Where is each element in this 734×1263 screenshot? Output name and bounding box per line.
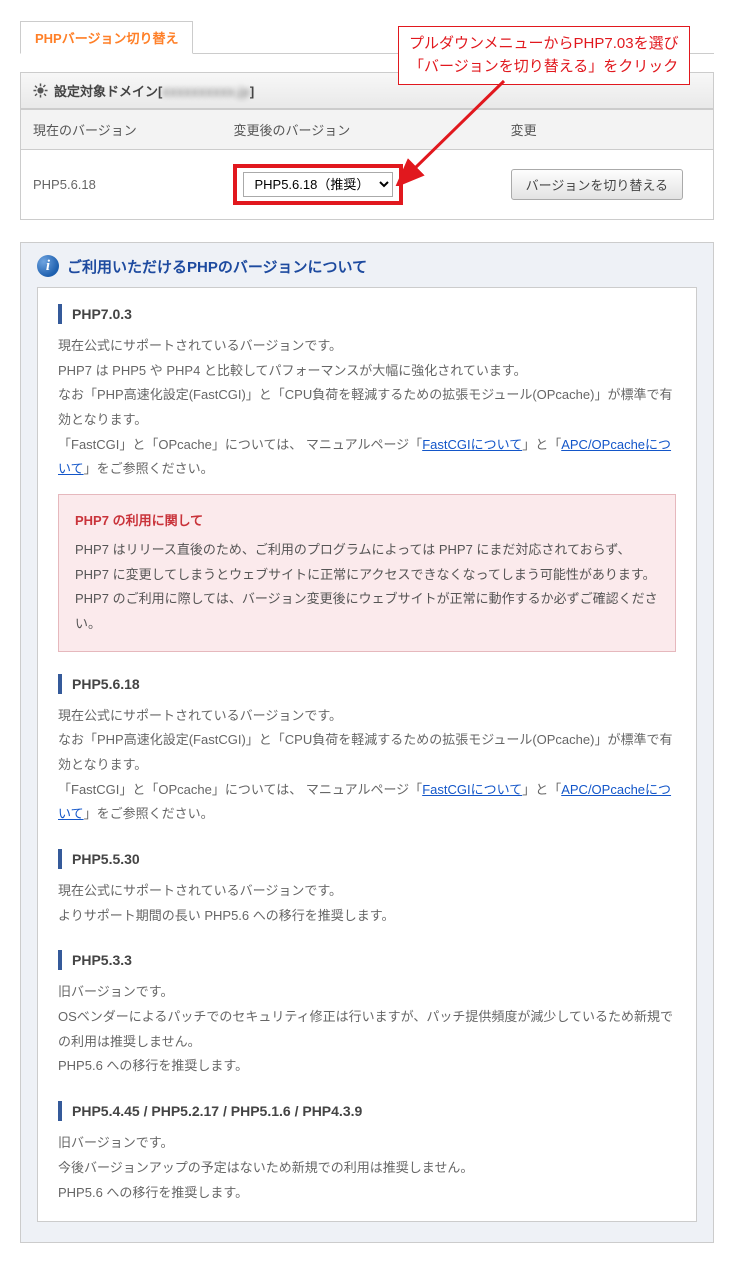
info-title: ご利用いただけるPHPのバージョンについて: [67, 256, 367, 277]
domain-bar-label: 設定対象ドメイン: [54, 84, 158, 99]
section-desc: 現在公式にサポートされているバージョンです。 PHP7 は PHP5 や PHP…: [58, 334, 676, 482]
alert-title: PHP7 の利用に関して: [75, 509, 659, 534]
section-desc: 現在公式にサポートされているバージョンです。 よりサポート期間の長い PHP5.…: [58, 879, 676, 928]
annotation-line1: プルダウンメニューからPHP7.03を選び: [409, 33, 679, 56]
td-current: PHP5.6.18: [21, 150, 222, 220]
th-current: 現在のバージョン: [21, 110, 222, 150]
th-change: 変更: [499, 110, 714, 150]
annotation-line2: 「バージョンを切り替える」をクリック: [409, 56, 679, 79]
switch-version-button[interactable]: バージョンを切り替える: [511, 169, 683, 200]
info-panel: i ご利用いただけるPHPのバージョンについて PHP7.0.3 現在公式にサポ…: [20, 242, 714, 1243]
section-title-php703: PHP7.0.3: [58, 304, 676, 324]
tab-php-version[interactable]: PHPバージョン切り替え: [20, 21, 193, 54]
switch-button-label: バージョンを切り替える: [526, 178, 668, 193]
gear-icon: [33, 83, 48, 98]
section-title-php533: PHP5.3.3: [58, 950, 676, 970]
section-title-php5445: PHP5.4.45 / PHP5.2.17 / PHP5.1.6 / PHP4.…: [58, 1101, 676, 1121]
link-fastcgi[interactable]: FastCGIについて: [422, 437, 522, 452]
info-icon: i: [37, 255, 59, 277]
php7-alert: PHP7 の利用に関して PHP7 はリリース直後のため、ご利用のプログラムによ…: [58, 494, 676, 651]
version-select[interactable]: PHP5.6.18（推奨）: [243, 172, 393, 197]
th-after: 変更後のバージョン: [221, 110, 498, 150]
annotation-callout: プルダウンメニューからPHP7.03を選び 「バージョンを切り替える」をクリック: [398, 26, 690, 85]
domain-name: xxxxxxxxxx.jp: [162, 84, 249, 99]
tab-label: PHPバージョン切り替え: [35, 31, 178, 46]
link-fastcgi[interactable]: FastCGIについて: [422, 782, 522, 797]
select-highlight: PHP5.6.18（推奨）: [233, 164, 403, 205]
section-desc: 旧バージョンです。 今後バージョンアップの予定はないため新規での利用は推奨しませ…: [58, 1131, 676, 1205]
section-desc: 旧バージョンです。 OSベンダーによるパッチでのセキュリティ修正は行いますが、パ…: [58, 980, 676, 1079]
version-table: 現在のバージョン 変更後のバージョン 変更 PHP5.6.18 PHP5.6.1…: [20, 109, 714, 220]
section-title-php5618: PHP5.6.18: [58, 674, 676, 694]
section-desc: 現在公式にサポートされているバージョンです。 なお「PHP高速化設定(FastC…: [58, 704, 676, 827]
section-title-php5530: PHP5.5.30: [58, 849, 676, 869]
